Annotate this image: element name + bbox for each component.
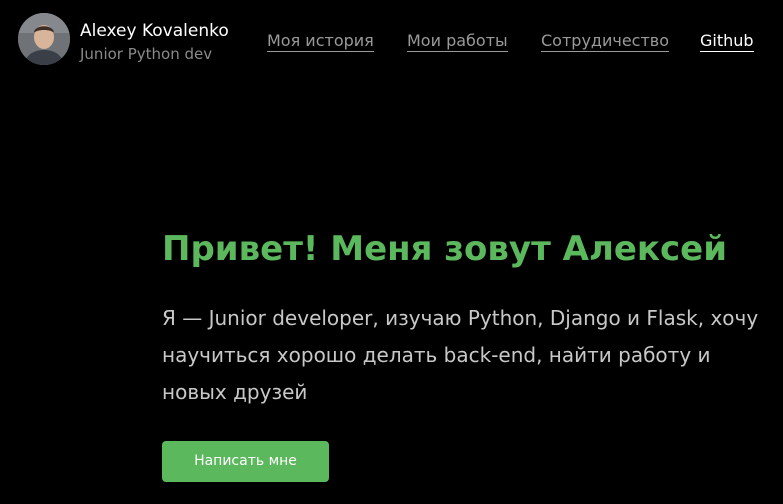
- avatar: [18, 13, 70, 65]
- hero-title: Привет! Меня зовут Алексей: [162, 229, 728, 269]
- hero-text: Я — Junior developer, изучаю Python, Dja…: [162, 306, 759, 404]
- brand-subtitle: Junior Python dev: [80, 45, 213, 63]
- nav-link-github[interactable]: Github: [700, 31, 754, 52]
- nav-link-cooperation[interactable]: Сотрудичество: [541, 31, 669, 52]
- page: Alexey Kovalenko Junior Python dev Моя и…: [0, 0, 783, 504]
- avatar-photo-icon: [18, 13, 70, 65]
- nav-link-my-works[interactable]: Мои работы: [407, 31, 508, 52]
- contact-me-button[interactable]: Написать мне: [162, 441, 329, 482]
- nav-link-my-story[interactable]: Моя история: [267, 31, 374, 52]
- brand-name: Alexey Kovalenko: [80, 21, 229, 41]
- header: Alexey Kovalenko Junior Python dev Моя и…: [0, 0, 783, 80]
